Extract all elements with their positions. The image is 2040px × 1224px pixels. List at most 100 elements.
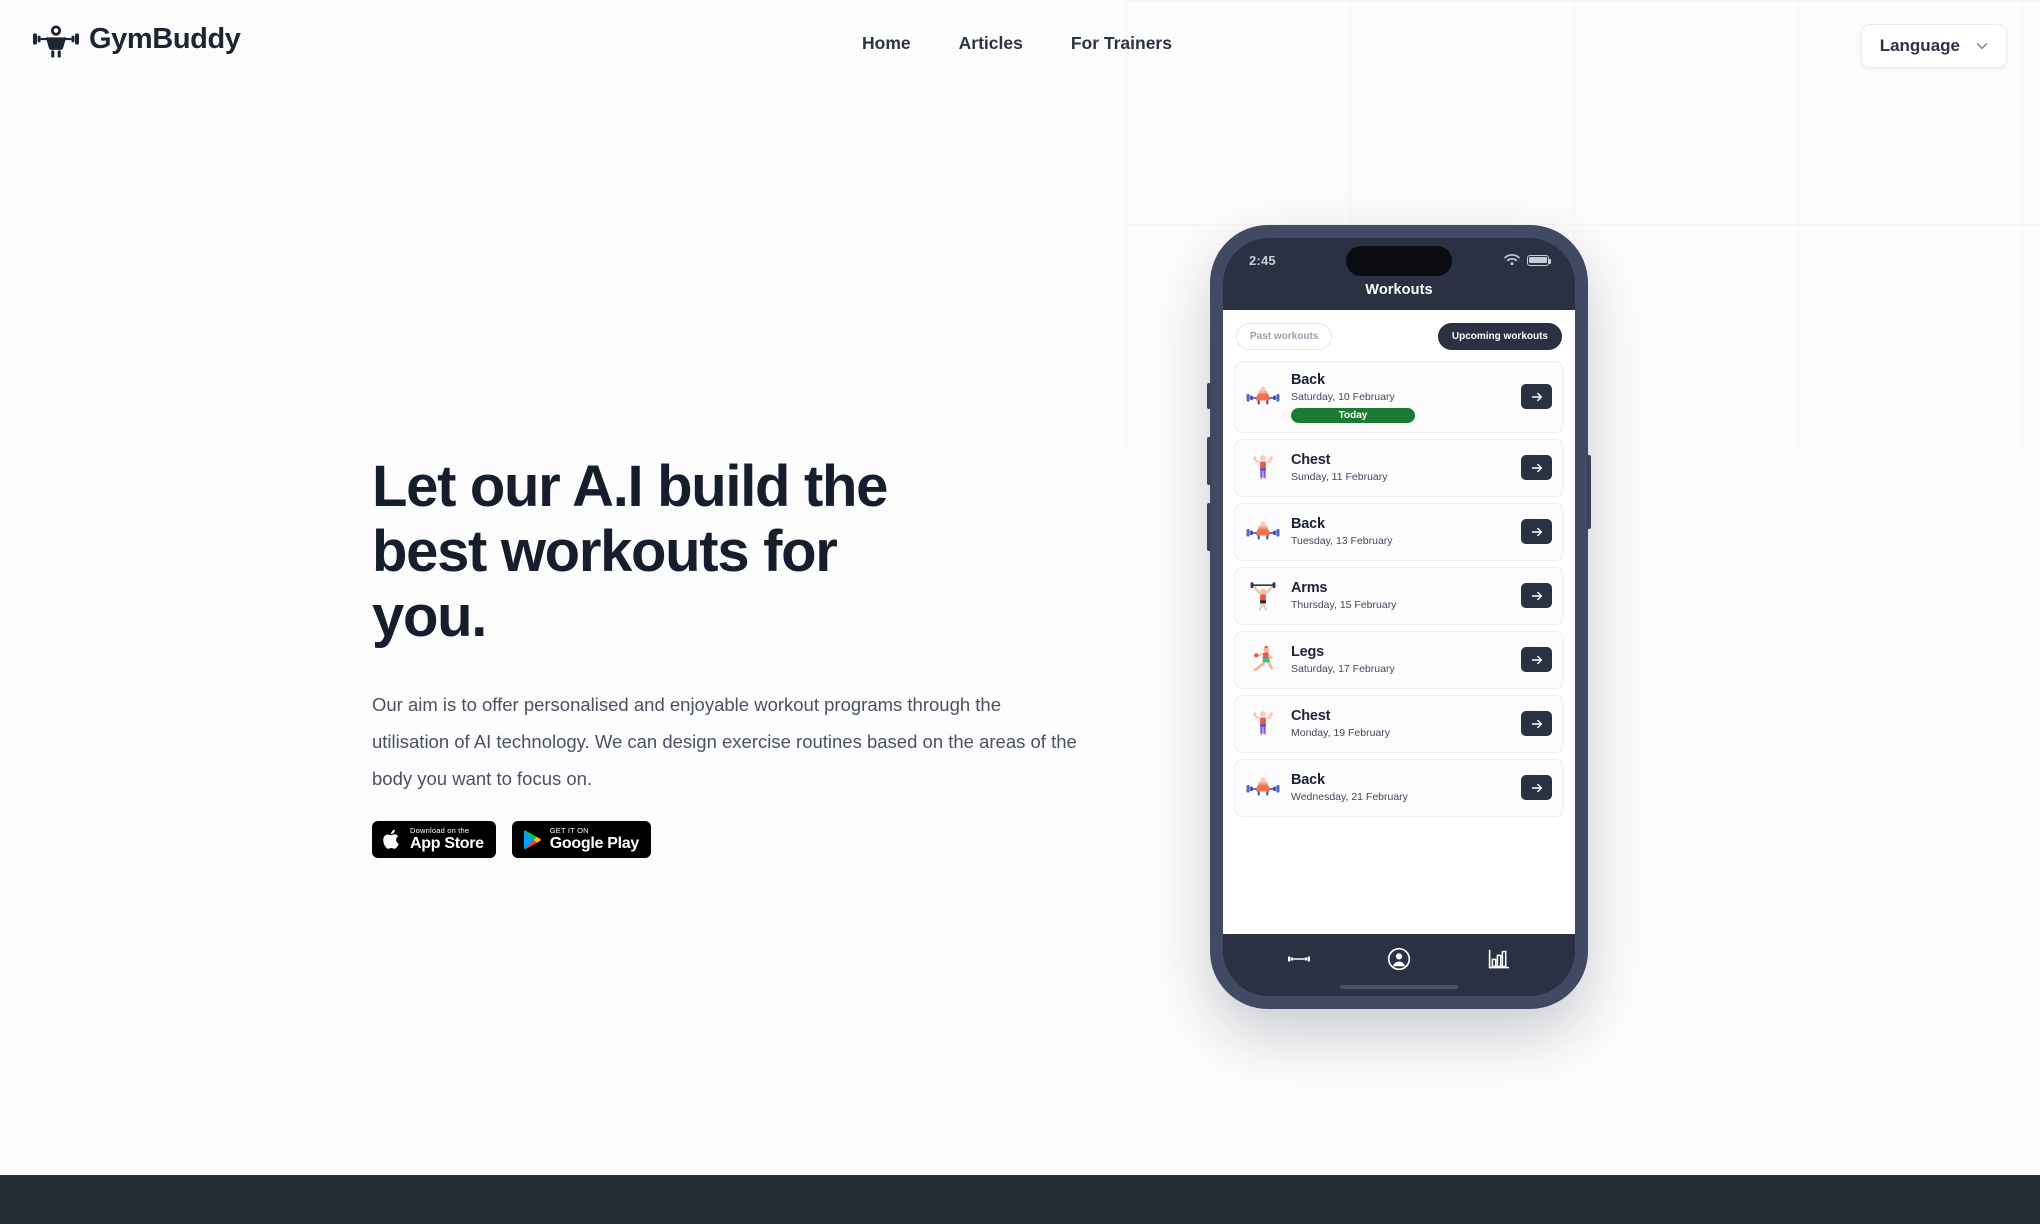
workout-name: Arms	[1291, 580, 1328, 597]
phone-power-button	[1587, 455, 1591, 529]
dynamic-island	[1346, 246, 1452, 276]
language-selector[interactable]: Language	[1860, 24, 2007, 68]
app-content: Past workouts Upcoming workouts Back Sat…	[1223, 310, 1575, 934]
tab-past-workouts[interactable]: Past workouts	[1236, 323, 1333, 350]
nav-home[interactable]: Home	[862, 33, 911, 54]
main-nav: Home Articles For Trainers	[862, 33, 1172, 54]
table-row[interactable]: Back Wednesday, 21 February	[1234, 758, 1564, 817]
app-tab-bar	[1223, 934, 1575, 996]
chevron-down-icon	[1976, 43, 1988, 50]
person-circle-icon[interactable]	[1386, 946, 1412, 972]
flexing-icon	[1253, 710, 1273, 735]
language-label: Language	[1879, 36, 1960, 55]
weightlifter-icon	[33, 25, 79, 58]
workout-date: Sunday, 11 February	[1291, 471, 1388, 484]
flexing-icon	[1253, 454, 1273, 479]
arrow-right-icon	[1531, 655, 1542, 664]
workout-open-button[interactable]	[1521, 647, 1552, 673]
home-indicator	[1340, 985, 1458, 989]
google-play-big: Google Play	[549, 835, 639, 853]
workout-open-button[interactable]	[1521, 455, 1552, 481]
workout-date: Wednesday, 21 February	[1291, 791, 1408, 804]
app-store-small: Download on the	[410, 825, 470, 835]
page-root: GymBuddy Home Articles For Trainers Lang…	[0, 0, 2040, 1224]
bench-press-icon	[1246, 386, 1280, 405]
app-screen-title: Workouts	[1365, 282, 1433, 298]
arrow-right-icon	[1531, 591, 1542, 600]
arrow-right-icon	[1531, 719, 1542, 728]
table-row[interactable]: Back Tuesday, 13 February	[1234, 502, 1564, 561]
workout-open-button[interactable]	[1521, 519, 1552, 545]
workout-open-button[interactable]	[1521, 711, 1552, 737]
status-indicators	[1504, 254, 1552, 266]
table-row[interactable]: Back Saturday, 10 February Today	[1234, 361, 1564, 433]
brand-name: GymBuddy	[89, 22, 241, 55]
workout-list: Back Saturday, 10 February Today Chest S…	[1234, 361, 1564, 817]
app-store-text: Download on the App Store	[410, 827, 484, 853]
workout-info: Back Saturday, 10 February Today	[1291, 371, 1510, 423]
brand-logo[interactable]: GymBuddy	[33, 20, 241, 58]
table-row[interactable]: Arms Thursday, 15 February	[1234, 566, 1564, 625]
arrow-right-icon	[1531, 463, 1542, 472]
store-badges: Download on the App Store GET IT ON Goog…	[372, 820, 1102, 858]
phone-mockup: 2:45 Workouts Past workouts Upcoming wor…	[1207, 225, 1591, 1009]
site-header: GymBuddy Home Articles For Trainers Lang…	[0, 0, 2040, 93]
workout-open-button[interactable]	[1521, 384, 1552, 410]
workout-date: Saturday, 10 February	[1291, 391, 1395, 404]
arrow-right-icon	[1531, 783, 1542, 792]
workout-date: Saturday, 17 February	[1291, 663, 1395, 676]
workout-open-button[interactable]	[1521, 583, 1552, 609]
phone-mute-switch	[1207, 383, 1211, 409]
app-store-big: App Store	[410, 835, 484, 853]
workout-name: Back	[1291, 772, 1325, 789]
workout-name: Legs	[1291, 644, 1325, 661]
wifi-icon	[1504, 254, 1520, 266]
phone-screen: 2:45 Workouts Past workouts Upcoming wor…	[1223, 238, 1575, 996]
workout-date: Monday, 19 February	[1291, 727, 1391, 740]
workout-filter-tabs: Past workouts Upcoming workouts	[1234, 323, 1564, 350]
phone-volume-up	[1207, 437, 1211, 485]
workout-name: Chest	[1291, 452, 1331, 469]
google-play-badge[interactable]: GET IT ON Google Play	[511, 820, 651, 858]
dumbbell-icon[interactable]	[1287, 947, 1311, 971]
nav-articles[interactable]: Articles	[959, 33, 1023, 54]
google-play-small: GET IT ON	[549, 825, 589, 835]
workout-info: Arms Thursday, 15 February	[1291, 579, 1510, 612]
google-play-text: GET IT ON Google Play	[550, 827, 639, 853]
table-row[interactable]: Chest Monday, 19 February	[1234, 694, 1564, 753]
bar-chart-icon[interactable]	[1487, 947, 1511, 971]
workout-info: Chest Monday, 19 February	[1291, 707, 1510, 740]
workout-date: Thursday, 15 February	[1291, 599, 1397, 612]
site-footer	[0, 1175, 2040, 1224]
workout-name: Chest	[1291, 708, 1331, 725]
workout-name: Back	[1291, 516, 1325, 533]
table-row[interactable]: Chest Sunday, 11 February	[1234, 438, 1564, 497]
status-bar: 2:45	[1223, 238, 1575, 282]
arrow-right-icon	[1531, 527, 1542, 536]
apple-icon	[383, 829, 399, 849]
arrow-right-icon	[1531, 392, 1542, 402]
status-badge: Today	[1291, 407, 1415, 423]
workout-info: Back Wednesday, 21 February	[1291, 771, 1510, 804]
workout-date: Tuesday, 13 February	[1291, 535, 1393, 548]
workout-open-button[interactable]	[1521, 775, 1552, 801]
hero-paragraph: Our aim is to offer personalised and enj…	[372, 693, 1077, 789]
tab-upcoming-workouts[interactable]: Upcoming workouts	[1437, 323, 1562, 350]
bench-press-icon	[1246, 521, 1280, 540]
bench-press-icon	[1246, 777, 1280, 796]
workout-info: Chest Sunday, 11 February	[1291, 451, 1510, 484]
phone-volume-down	[1207, 503, 1211, 551]
nav-for-trainers[interactable]: For Trainers	[1071, 33, 1172, 54]
google-play-icon	[523, 829, 541, 850]
hero-title: Let our A.I build the best workouts for …	[372, 454, 888, 649]
workout-info: Legs Saturday, 17 February	[1291, 643, 1510, 676]
table-row[interactable]: Legs Saturday, 17 February	[1234, 630, 1564, 689]
workout-name: Back	[1291, 372, 1325, 388]
status-time: 2:45	[1249, 252, 1276, 268]
app-store-badge[interactable]: Download on the App Store	[372, 820, 496, 858]
overhead-press-icon	[1250, 582, 1276, 611]
battery-icon	[1527, 254, 1552, 266]
hero-section: Let our A.I build the best workouts for …	[372, 454, 1102, 858]
workout-info: Back Tuesday, 13 February	[1291, 515, 1510, 548]
lunge-icon	[1250, 645, 1276, 673]
